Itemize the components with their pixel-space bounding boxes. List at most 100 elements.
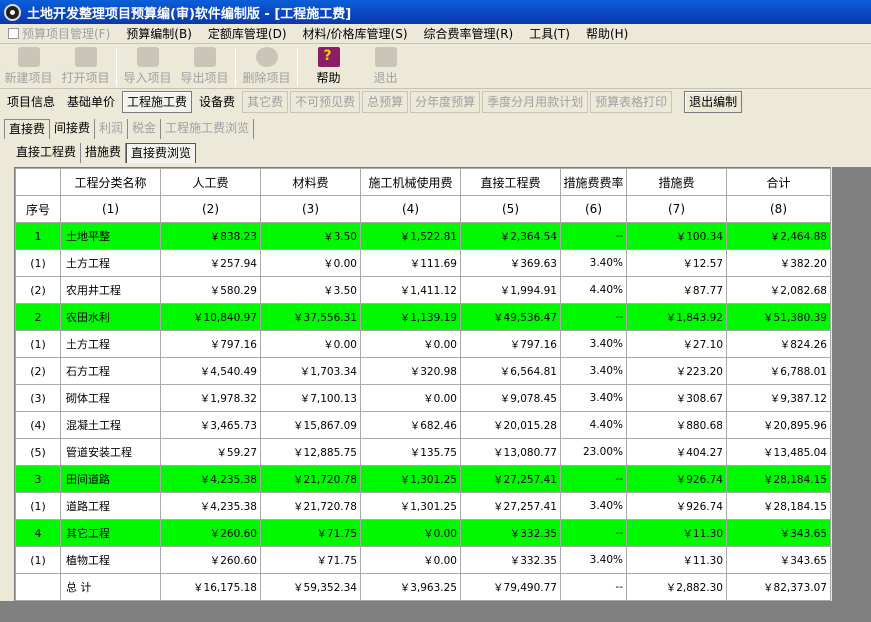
cell-seq[interactable]: (4)	[15, 411, 61, 439]
cell-machine[interactable]: ￥0.00	[360, 384, 461, 412]
cell-seq[interactable]: (1)	[15, 249, 61, 277]
cell-seq[interactable]: 1	[15, 222, 61, 250]
cell-measure[interactable]: ￥27.10	[626, 330, 727, 358]
cell-machine[interactable]: ￥1,522.81	[360, 222, 461, 250]
cell-direct[interactable]: ￥369.63	[460, 249, 561, 277]
table-row[interactable]: (3) 砌体工程 ￥1,978.32 ￥7,100.13 ￥0.00 ￥9,078.45 3…	[15, 384, 831, 412]
cell-seq[interactable]: (2)	[15, 276, 61, 304]
tab-annual-budget[interactable]: 分年度预算	[410, 91, 481, 113]
cell-labor[interactable]: ￥260.60	[160, 519, 261, 547]
table-row[interactable]: (1) 土方工程 ￥257.94 ￥0.00 ￥111.69 ￥369.63 3.40% ￥1…	[15, 249, 831, 277]
cell-labor[interactable]: ￥838.23	[160, 222, 261, 250]
cell-machine[interactable]: ￥3,963.25	[360, 573, 461, 601]
category-row[interactable]: 3 田间道路 ￥4,235.38 ￥21,720.78 ￥1,301.25 ￥27,257…	[15, 465, 831, 493]
cell-seq[interactable]: (1)	[15, 492, 61, 520]
tab-basic-unit-price[interactable]: 基础单价	[62, 91, 120, 113]
table-row[interactable]: 总 计 ￥16,175.18 ￥59,352.34 ￥3,963.25 ￥79,490.…	[15, 573, 831, 601]
help-button[interactable]: 帮助	[300, 45, 357, 89]
cell-seq[interactable]: 2	[15, 303, 61, 331]
menu-project-management[interactable]: 预算项目管理(F)	[0, 24, 118, 44]
cell-name[interactable]: 石方工程	[60, 357, 161, 385]
open-project-button[interactable]: 打开项目	[57, 45, 114, 89]
cell-machine[interactable]: ￥682.46	[360, 411, 461, 439]
cell-total[interactable]: ￥28,184.15	[726, 465, 831, 493]
cell-direct[interactable]: ￥13,080.77	[460, 438, 561, 466]
cell-rate[interactable]: 4.40%	[560, 276, 627, 304]
tab-budget-print[interactable]: 预算表格打印	[590, 91, 673, 113]
cell-name[interactable]: 农用井工程	[60, 276, 161, 304]
cell-name[interactable]: 植物工程	[60, 546, 161, 574]
cell-total[interactable]: ￥6,788.01	[726, 357, 831, 385]
cell-direct[interactable]: ￥27,257.41	[460, 492, 561, 520]
cell-rate[interactable]: 4.40%	[560, 411, 627, 439]
cell-name[interactable]: 农田水利	[60, 303, 161, 331]
cell-seq[interactable]: (1)	[15, 546, 61, 574]
cell-direct[interactable]: ￥9,078.45	[460, 384, 561, 412]
tab-other-cost[interactable]: 其它费	[242, 91, 289, 113]
cell-material[interactable]: ￥3.50	[260, 222, 361, 250]
cell-material[interactable]: ￥0.00	[260, 249, 361, 277]
cell-measure[interactable]: ￥926.74	[626, 492, 727, 520]
cell-seq[interactable]: 4	[15, 519, 61, 547]
cell-material[interactable]: ￥21,720.78	[260, 492, 361, 520]
cell-measure[interactable]: ￥11.30	[626, 519, 727, 547]
cell-rate[interactable]: --	[560, 573, 627, 601]
tab-measure-cost[interactable]: 措施费	[81, 143, 127, 163]
cell-machine[interactable]: ￥1,301.25	[360, 465, 461, 493]
category-row[interactable]: 2 农田水利 ￥10,840.97 ￥37,556.31 ￥1,139.19 ￥49,53…	[15, 303, 831, 331]
cell-material[interactable]: ￥3.50	[260, 276, 361, 304]
export-project-button[interactable]: 导出项目	[176, 45, 233, 89]
cell-total[interactable]: ￥20,895.96	[726, 411, 831, 439]
cell-total[interactable]: ￥343.65	[726, 546, 831, 574]
cell-total[interactable]: ￥382.20	[726, 249, 831, 277]
cell-material[interactable]: ￥12,885.75	[260, 438, 361, 466]
cell-rate[interactable]: 3.40%	[560, 357, 627, 385]
cell-seq[interactable]: (5)	[15, 438, 61, 466]
cell-machine[interactable]: ￥1,139.19	[360, 303, 461, 331]
cell-total[interactable]: ￥2,464.88	[726, 222, 831, 250]
cell-name[interactable]: 土方工程	[60, 249, 161, 277]
cell-labor[interactable]: ￥3,465.73	[160, 411, 261, 439]
tab-tax[interactable]: 税金	[128, 119, 162, 139]
cell-direct[interactable]: ￥2,364.54	[460, 222, 561, 250]
cell-rate[interactable]: --	[560, 519, 627, 547]
cell-name[interactable]: 土方工程	[60, 330, 161, 358]
cell-total[interactable]: ￥82,373.07	[726, 573, 831, 601]
cell-name[interactable]: 田间道路	[60, 465, 161, 493]
cell-measure[interactable]: ￥87.77	[626, 276, 727, 304]
cell-rate[interactable]: --	[560, 465, 627, 493]
menu-quota-library[interactable]: 定额库管理(D)	[200, 24, 295, 44]
cell-material[interactable]: ￥71.75	[260, 519, 361, 547]
tab-project-info[interactable]: 项目信息	[2, 91, 60, 113]
exit-button[interactable]: 退出	[357, 45, 414, 89]
cell-name[interactable]: 管道安装工程	[60, 438, 161, 466]
tab-total-budget[interactable]: 总预算	[362, 91, 409, 113]
tab-contingency-cost[interactable]: 不可预见费	[290, 91, 361, 113]
cell-measure[interactable]: ￥12.57	[626, 249, 727, 277]
tab-construction-cost[interactable]: 工程施工费	[122, 91, 193, 113]
cell-seq[interactable]: (1)	[15, 330, 61, 358]
menu-tools[interactable]: 工具(T)	[521, 24, 578, 44]
cell-total[interactable]: ￥2,082.68	[726, 276, 831, 304]
cell-rate[interactable]: 23.00%	[560, 438, 627, 466]
cell-direct[interactable]: ￥797.16	[460, 330, 561, 358]
cell-name[interactable]: 总 计	[60, 573, 161, 601]
tab-quarterly-plan[interactable]: 季度分月用款计划	[482, 91, 589, 113]
cell-total[interactable]: ￥9,387.12	[726, 384, 831, 412]
menu-budget-edit[interactable]: 预算编制(B)	[118, 24, 200, 44]
cell-direct[interactable]: ￥332.35	[460, 546, 561, 574]
cell-material[interactable]: ￥71.75	[260, 546, 361, 574]
cell-seq[interactable]: (2)	[15, 357, 61, 385]
cell-seq[interactable]: (3)	[15, 384, 61, 412]
table-row[interactable]: (2) 石方工程 ￥4,540.49 ￥1,703.34 ￥320.98 ￥6,564.8…	[15, 357, 831, 385]
cell-labor[interactable]: ￥4,235.38	[160, 492, 261, 520]
tab-direct-cost-browse[interactable]: 直接费浏览	[126, 143, 197, 163]
cell-labor[interactable]: ￥797.16	[160, 330, 261, 358]
cell-seq[interactable]	[15, 573, 61, 601]
table-row[interactable]: (1) 土方工程 ￥797.16 ￥0.00 ￥0.00 ￥797.16 3.40% ￥27.…	[15, 330, 831, 358]
cell-rate[interactable]: 3.40%	[560, 546, 627, 574]
cell-seq[interactable]: 3	[15, 465, 61, 493]
cell-material[interactable]: ￥15,867.09	[260, 411, 361, 439]
menu-help[interactable]: 帮助(H)	[578, 24, 636, 44]
cell-name[interactable]: 道路工程	[60, 492, 161, 520]
